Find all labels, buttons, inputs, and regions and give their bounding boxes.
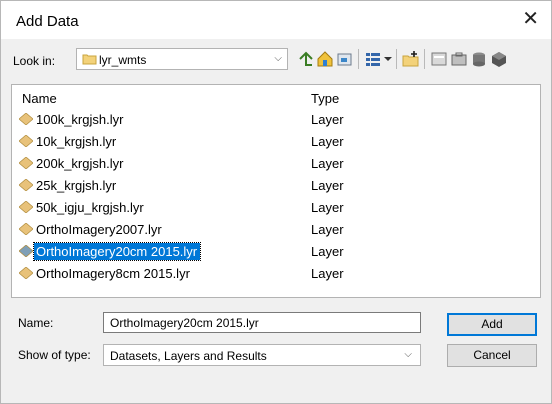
look-in-value: lyr_wmts [99, 53, 147, 67]
name-label: Name: [18, 316, 54, 330]
list-item[interactable]: OrthoImagery8cm 2015.lyr Layer [18, 263, 518, 283]
file-name: 10k_krgjsh.lyr [36, 134, 117, 149]
add-data-dialog: Add Data ✕ Look in: lyr_wmts ⌵ Name Type… [0, 0, 552, 404]
show-of-type-label: Show of type: [18, 348, 91, 362]
file-name: 50k_igju_krgjsh.lyr [36, 200, 144, 215]
column-header-name[interactable]: Name [22, 91, 57, 106]
layer-file-icon [19, 179, 33, 191]
name-field[interactable]: OrthoImagery20cm 2015.lyr [103, 312, 421, 333]
home-icon[interactable] [316, 50, 334, 68]
file-type: Layer [311, 266, 344, 281]
file-name: 200k_krgjsh.lyr [36, 156, 124, 171]
file-name: OrthoImagery20cm 2015.lyr [32, 242, 202, 261]
list-item[interactable]: OrthoImagery20cm 2015.lyr Layer [18, 241, 518, 261]
file-type: Layer [311, 222, 344, 237]
chevron-down-icon: ⌵ [274, 53, 282, 64]
layer-file-icon [19, 201, 33, 213]
look-in-label: Look in: [13, 54, 56, 68]
list-item[interactable]: 10k_krgjsh.lyr Layer [18, 131, 518, 151]
up-one-level-icon[interactable] [297, 50, 315, 68]
add-button[interactable]: Add [447, 313, 537, 336]
column-header-type[interactable]: Type [311, 91, 339, 106]
file-type: Layer [311, 178, 344, 193]
list-item[interactable]: 25k_krgjsh.lyr Layer [18, 175, 518, 195]
dialog-title: Add Data [16, 13, 79, 30]
name-field-value: OrthoImagery20cm 2015.lyr [110, 316, 259, 330]
cancel-button[interactable]: Cancel [447, 344, 537, 367]
list-item[interactable]: 50k_igju_krgjsh.lyr Layer [18, 197, 518, 217]
file-name: OrthoImagery8cm 2015.lyr [36, 266, 190, 281]
layer-file-icon [19, 245, 33, 257]
file-name: 25k_krgjsh.lyr [36, 178, 117, 193]
title-bar: Add Data ✕ [1, 1, 551, 39]
file-type: Layer [311, 134, 344, 149]
database-icon[interactable] [470, 50, 488, 68]
view-dropdown-icon[interactable] [383, 50, 393, 68]
chevron-down-icon: ⌵ [404, 349, 412, 360]
layer-file-icon [19, 223, 33, 235]
file-type: Layer [311, 112, 344, 127]
file-name: 100k_krgjsh.lyr [36, 112, 124, 127]
layer-file-icon [19, 157, 33, 169]
file-type: Layer [311, 156, 344, 171]
geodatabase-icon[interactable] [490, 50, 508, 68]
connect-to-folder-icon[interactable] [336, 50, 354, 68]
look-in-dropdown[interactable]: lyr_wmts ⌵ [76, 48, 288, 70]
file-list[interactable]: Name Type 100k_krgjsh.lyr Layer 10k_krgjsh… [11, 84, 541, 298]
layer-file-icon [19, 113, 33, 125]
file-type: Layer [311, 200, 344, 215]
show-of-type-value: Datasets, Layers and Results [110, 349, 267, 363]
file-type: Layer [311, 244, 344, 259]
folder-icon [82, 54, 97, 65]
layer-file-icon [19, 267, 33, 279]
list-item[interactable]: OrthoImagery2007.lyr Layer [18, 219, 518, 239]
toolbox-icon[interactable] [450, 50, 468, 68]
show-of-type-dropdown[interactable]: Datasets, Layers and Results ⌵ [103, 344, 421, 366]
new-folder-icon[interactable] [402, 50, 420, 68]
file-name: OrthoImagery2007.lyr [36, 222, 162, 237]
list-item[interactable]: 200k_krgjsh.lyr Layer [18, 153, 518, 173]
layer-file-icon [19, 135, 33, 147]
close-icon[interactable]: ✕ [522, 9, 539, 29]
list-item[interactable]: 100k_krgjsh.lyr Layer [18, 109, 518, 129]
view-menu-icon[interactable] [364, 50, 382, 68]
catalog-icon[interactable] [430, 50, 448, 68]
